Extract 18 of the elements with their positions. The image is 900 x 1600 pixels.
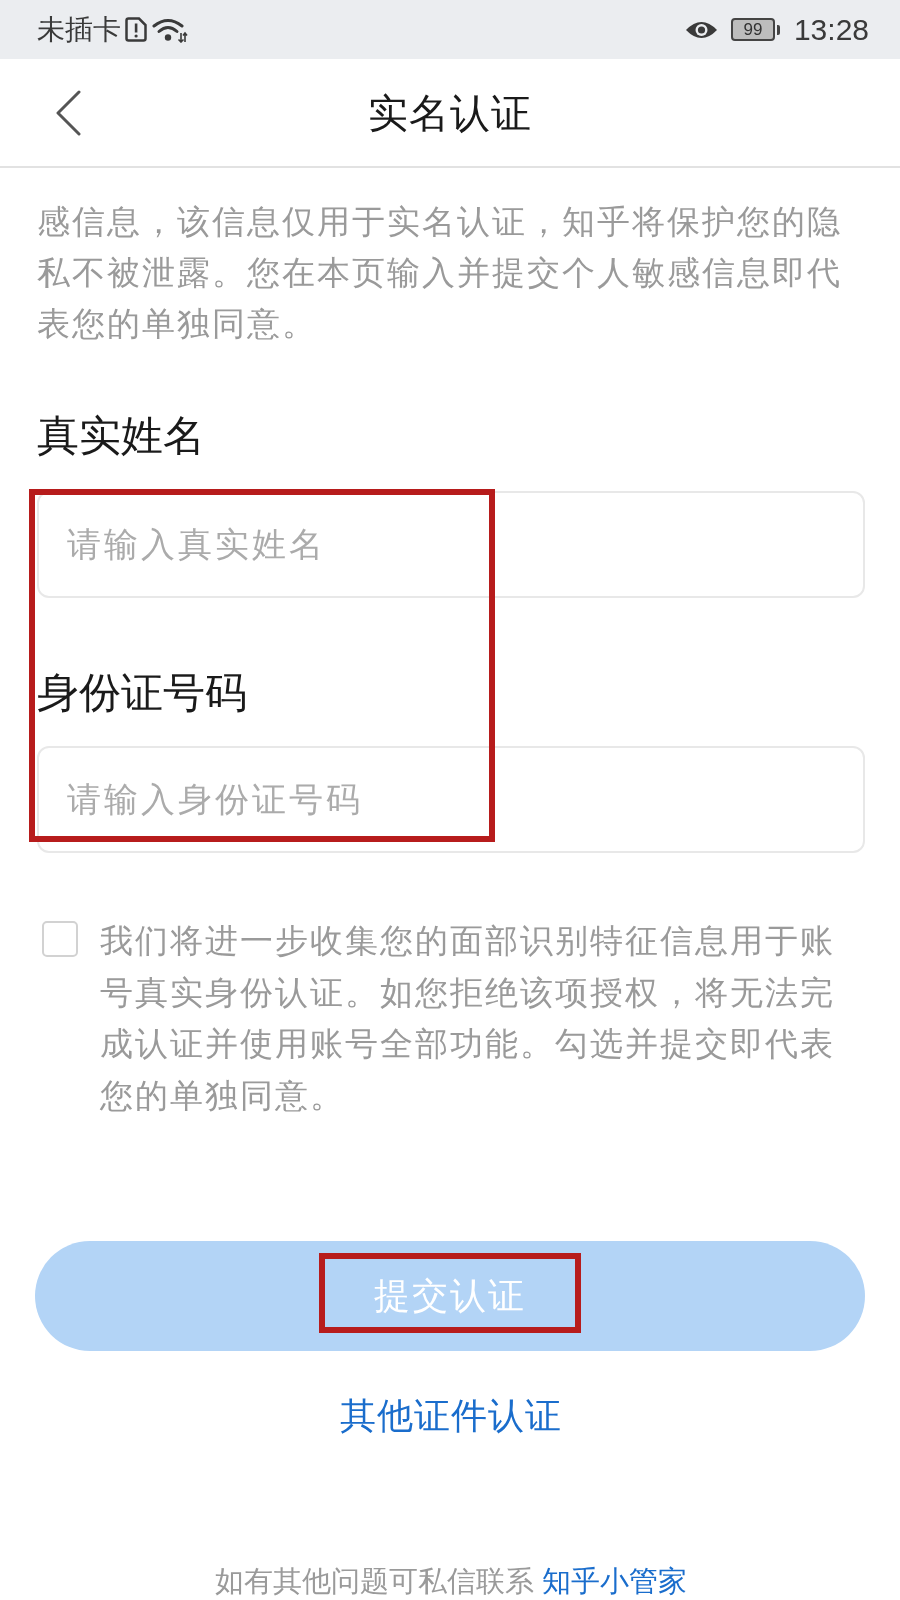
page-title: 实名认证 [368, 89, 532, 137]
chevron-left-icon[interactable] [55, 89, 81, 136]
footer-text: 如有其他问题可私信联系 知乎小管家 [213, 1564, 689, 1598]
wifi-icon [152, 16, 188, 43]
field-label: 身份证号码 [37, 668, 248, 718]
eye-icon [684, 19, 718, 40]
carrier-label: 未插卡 [37, 12, 121, 47]
field-label: 真实姓名 [37, 411, 206, 461]
other-documents-link[interactable]: 其他证件认证 [340, 1394, 562, 1438]
assistant-link[interactable]: 知乎小管家 [542, 1565, 688, 1597]
consent-text: 我们将进一步收集您的面部识别特征信息用于账号真实身份认证。如您拒绝该项授权，将无法完成认证并使用账号全部功能。勾选并提交即代表您的单独同意。 [100, 921, 836, 1116]
text-input-field[interactable]: 请输入真实姓名 [37, 491, 865, 598]
sim-card-icon [124, 17, 148, 42]
clock-time: 13:28 [793, 11, 869, 48]
checkbox[interactable] [42, 921, 78, 957]
notice-text: 感信息，该信息仅用于实名认证，知乎将保护您的隐私不被泄露。您在本页输入并提交个人敏感信息即代表您的单独同意。 [37, 202, 843, 344]
battery-indicator: 99 [730, 18, 780, 41]
text-input-field[interactable]: 请输入身份证号码 [37, 746, 865, 853]
